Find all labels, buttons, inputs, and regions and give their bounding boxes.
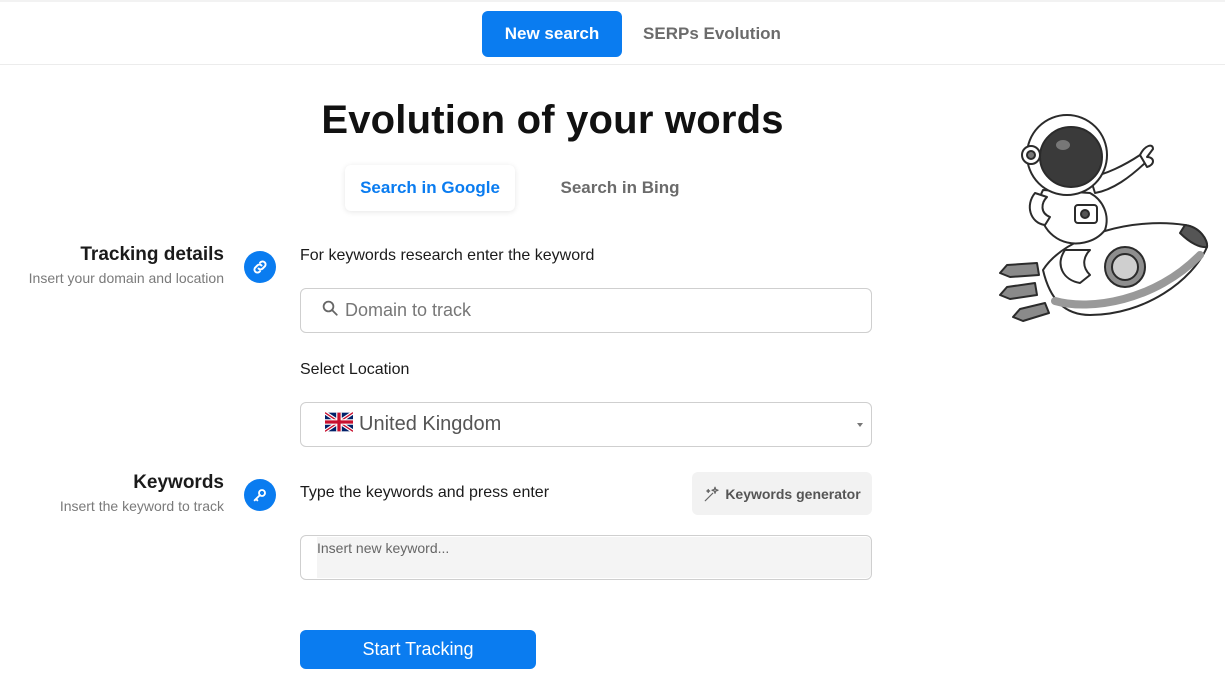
keywords-generator-label: Keywords generator xyxy=(725,485,861,502)
page-title: Evolution of your words xyxy=(321,98,784,142)
keyword-input-wrapper xyxy=(300,535,872,580)
astronaut-rocket-illustration xyxy=(995,105,1215,335)
keyword-input[interactable] xyxy=(317,537,847,556)
keyword-research-label: For keywords research enter the keyword xyxy=(300,247,595,264)
caret-down-icon xyxy=(857,423,863,427)
tab-search-google[interactable]: Search in Google xyxy=(345,165,515,211)
tab-serps-evolution[interactable]: SERPs Evolution xyxy=(632,11,792,57)
start-tracking-button[interactable]: Start Tracking xyxy=(300,630,536,669)
keywords-generator-button[interactable]: Keywords generator xyxy=(692,472,872,515)
key-icon xyxy=(244,479,276,511)
keywords-section-header: Keywords Insert the keyword to track xyxy=(60,472,224,514)
tracking-heading: Tracking details xyxy=(80,244,224,265)
domain-input-wrapper xyxy=(300,288,872,333)
tracking-subheading: Insert your domain and location xyxy=(28,270,224,286)
domain-input[interactable] xyxy=(345,300,845,321)
location-select[interactable]: United Kingdom xyxy=(300,402,872,447)
tab-search-bing[interactable]: Search in Bing xyxy=(540,165,700,211)
magic-wand-icon xyxy=(703,485,721,503)
location-value: United Kingdom xyxy=(359,413,502,435)
uk-flag-icon xyxy=(323,411,355,437)
keywords-heading: Keywords xyxy=(133,472,224,493)
keywords-subheading: Insert the keyword to track xyxy=(59,498,224,514)
tab-new-search[interactable]: New search xyxy=(482,11,622,57)
link-icon xyxy=(244,251,276,283)
keyword-input-area xyxy=(317,537,871,578)
type-keywords-label: Type the keywords and press enter xyxy=(300,484,550,501)
select-location-label: Select Location xyxy=(300,361,410,378)
tracking-section-header: Tracking details Insert your domain and … xyxy=(29,244,224,286)
top-nav: New search SERPs Evolution xyxy=(0,0,1225,65)
search-icon xyxy=(321,299,339,322)
